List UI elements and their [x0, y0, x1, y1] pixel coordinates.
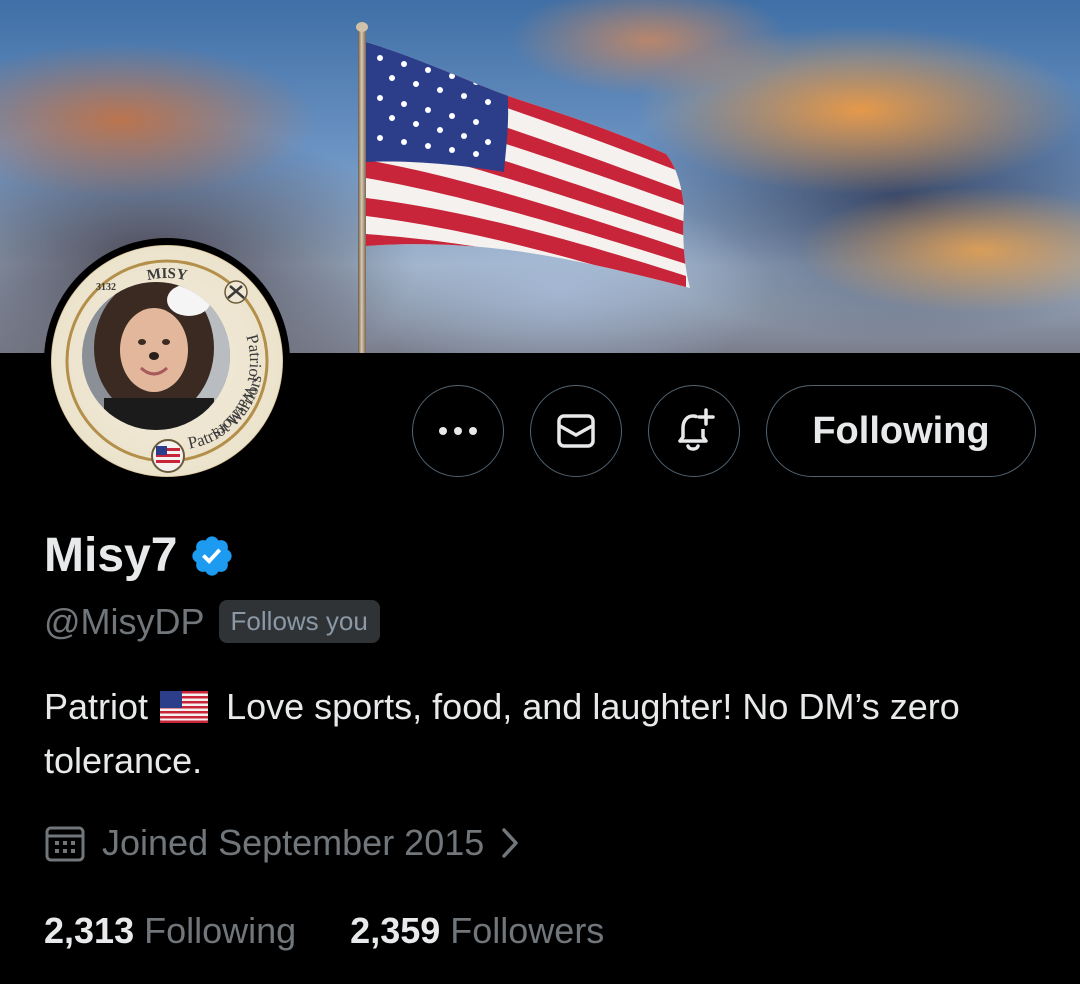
- flag-pole-cap: [356, 22, 368, 32]
- following-label: Following: [144, 910, 297, 951]
- joined-date-row[interactable]: Joined September 2015: [44, 822, 520, 864]
- display-name-row: Misy7: [44, 528, 235, 583]
- display-name: Misy7: [44, 529, 178, 582]
- joined-date-text: Joined September 2015: [102, 822, 485, 863]
- user-handle: @MisyDP: [44, 600, 205, 642]
- following-count: 2,313: [44, 910, 135, 951]
- bio-text-part1: Patriot: [44, 686, 149, 727]
- chevron-right-icon: [502, 828, 519, 858]
- flag-pole: [358, 28, 366, 353]
- following-stat-link[interactable]: 2,313 Following: [44, 910, 296, 952]
- followers-count: 2,359: [350, 910, 441, 951]
- notifications-button[interactable]: [648, 385, 740, 477]
- more-dots-icon: [439, 427, 477, 435]
- profile-bio: Patriot Love sports, food, and laughter!…: [44, 680, 1034, 788]
- avatar-badge-number: 3132: [96, 282, 116, 293]
- american-flag-image: [366, 42, 690, 288]
- message-button[interactable]: [530, 385, 622, 477]
- follows-you-badge: Follows you: [218, 600, 380, 643]
- follow-stats-row: 2,313 Following 2,359 Followers: [44, 910, 604, 952]
- followers-stat-link[interactable]: 2,359 Followers: [350, 910, 604, 952]
- svg-text:MISY: MISY: [146, 266, 189, 284]
- following-button[interactable]: Following: [766, 385, 1036, 477]
- following-button-label: Following: [812, 409, 990, 452]
- followers-label: Followers: [450, 910, 605, 951]
- calendar-icon: [45, 826, 85, 862]
- avatar-photo: MISY 3132 Patriot Warriors Patriot Warri…: [65, 259, 279, 473]
- more-options-button[interactable]: [412, 385, 504, 477]
- bell-plus-icon: [678, 408, 715, 451]
- verified-badge-icon[interactable]: [189, 533, 235, 579]
- avatar-badge-top-text: MISY: [146, 266, 189, 284]
- profile-avatar[interactable]: MISY 3132 Patriot Warriors Patriot Warri…: [44, 238, 290, 484]
- envelope-icon: [557, 414, 595, 448]
- profile-page: MISY 3132 Patriot Warriors Patriot Warri…: [0, 0, 1080, 984]
- avatar-badge-flag-icon: [151, 439, 185, 473]
- handle-row: @MisyDP Follows you: [44, 600, 380, 643]
- us-flag-emoji-icon: [160, 691, 209, 723]
- avatar-badge-crossed-guns-icon: [224, 280, 248, 304]
